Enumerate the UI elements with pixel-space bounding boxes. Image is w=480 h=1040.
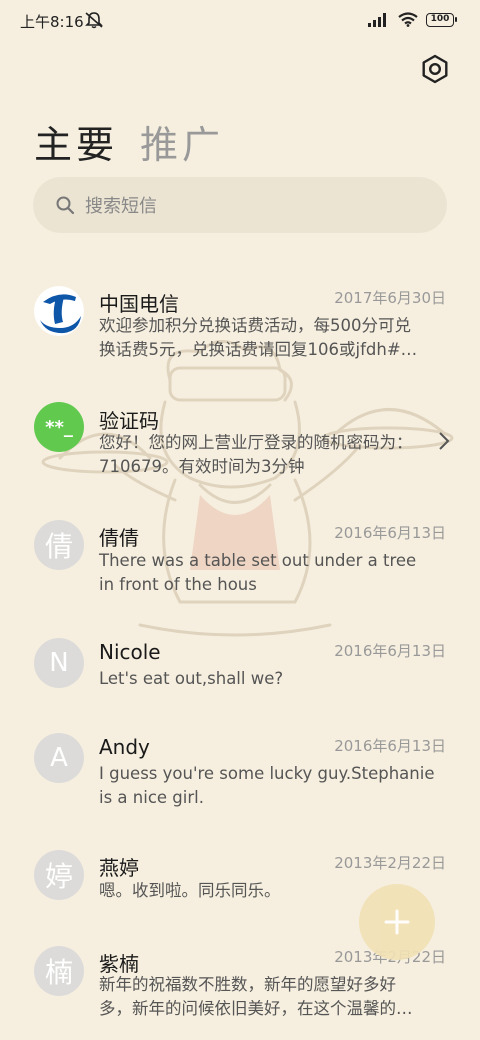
conversation-date: 2013年2月22日: [334, 854, 446, 872]
status-bar: 上午8:16 100: [0, 0, 480, 40]
tab-bar: 主要 推广: [34, 114, 224, 169]
gear-icon[interactable]: [420, 54, 450, 84]
tab-promotions[interactable]: 推广: [140, 114, 224, 169]
conversation-preview: 新年的祝福数不胜数，新年的愿望好多好 多，新年的问候依旧美好，在这个温馨的…: [99, 973, 443, 1021]
bell-off-icon: [85, 12, 103, 29]
search-icon: [56, 196, 75, 215]
conversation-preview: I guess you're some lucky guy.Stephanie …: [99, 762, 443, 810]
conversation-date: 2016年6月13日: [334, 524, 446, 542]
conversation-name: Nicole: [99, 640, 161, 664]
preview-line: in front of the hous: [99, 575, 257, 594]
preview-line: 710679。有效时间为3分钟: [99, 457, 305, 476]
china-telecom-logo: [34, 286, 84, 336]
preview-line: 多，新年的问候依旧美好，在这个温馨的…: [99, 999, 413, 1018]
chevron-right-icon[interactable]: [438, 431, 450, 451]
preview-line: 换话费5元，兑换话费请回复106或jfdh#…: [99, 340, 418, 359]
search-placeholder: 搜索短信: [85, 196, 157, 217]
conversation-preview: 欢迎参加积分兑换话费活动，每500分可兑 换话费5元，兑换话费请回复106或jf…: [99, 314, 443, 362]
conversation-item[interactable]: **_ 验证码 您好！您的网上营业厅登录的随机密码为： 710679。有效时间为…: [0, 397, 480, 487]
avatar: A: [34, 733, 84, 783]
signal-icon: [368, 12, 386, 27]
conversation-preview: Let's eat out,shall we?: [99, 667, 443, 691]
conversation-date: 2016年6月13日: [334, 737, 446, 755]
preview-line: 您好！您的网上营业厅登录的随机密码为：: [99, 433, 413, 452]
conversation-date: 2016年6月13日: [334, 642, 446, 660]
preview-line: I guess you're some lucky guy.Stephanie: [99, 764, 435, 783]
search-input[interactable]: 搜索短信: [33, 177, 447, 233]
conversation-name: 验证码: [99, 409, 159, 433]
conversation-item[interactable]: 倩 倩倩 2016年6月13日 There was a table set ou…: [0, 518, 480, 608]
avatar: 倩: [34, 520, 84, 570]
conversation-preview: There was a table set out under a tree i…: [99, 549, 443, 597]
conversation-item[interactable]: A Andy 2016年6月13日 I guess you're some lu…: [0, 731, 480, 821]
conversation-name: 燕婷: [99, 856, 139, 880]
battery-indicator: 100: [426, 12, 457, 27]
conversation-preview: 您好！您的网上营业厅登录的随机密码为： 710679。有效时间为3分钟: [99, 431, 443, 479]
compose-button[interactable]: [359, 884, 435, 960]
conversation-item[interactable]: 中国电信 2017年6月30日 欢迎参加积分兑换话费活动，每500分可兑 换话费…: [0, 280, 480, 370]
status-indicators: 100: [368, 12, 457, 27]
avatar-text: 倩: [44, 530, 73, 563]
conversation-name: Andy: [99, 735, 150, 759]
preview-line: is a nice girl.: [99, 788, 204, 807]
wifi-icon: [398, 12, 418, 27]
avatar: 婷: [34, 850, 84, 900]
conversation-name: 中国电信: [99, 292, 179, 316]
conversation-name: 倩倩: [99, 526, 139, 550]
messages-screen: 上午8:16 100 主要 推广 搜索短信 中国电信 2017年6月30日 欢迎…: [0, 0, 480, 1040]
status-time: 上午8:16: [20, 13, 84, 31]
preview-line: Let's eat out,shall we?: [99, 669, 284, 688]
verification-avatar: **_: [34, 402, 84, 452]
avatar: 楠: [34, 946, 84, 996]
tab-primary[interactable]: 主要: [34, 114, 118, 169]
avatar-text: A: [50, 743, 68, 773]
conversation-date: 2017年6月30日: [334, 289, 446, 307]
avatar-text: **_: [45, 416, 73, 438]
avatar: N: [34, 638, 84, 688]
preview-line: There was a table set out under a tree: [99, 551, 417, 570]
avatar-text: N: [49, 648, 69, 678]
conversation-item[interactable]: N Nicole 2016年6月13日 Let's eat out,shall …: [0, 636, 480, 706]
plus-icon: [384, 909, 410, 935]
preview-line: 欢迎参加积分兑换话费活动，每500分可兑: [99, 316, 411, 335]
avatar-text: 婷: [44, 860, 73, 893]
avatar-text: 楠: [44, 956, 73, 989]
preview-line: 新年的祝福数不胜数，新年的愿望好多好: [99, 975, 396, 994]
